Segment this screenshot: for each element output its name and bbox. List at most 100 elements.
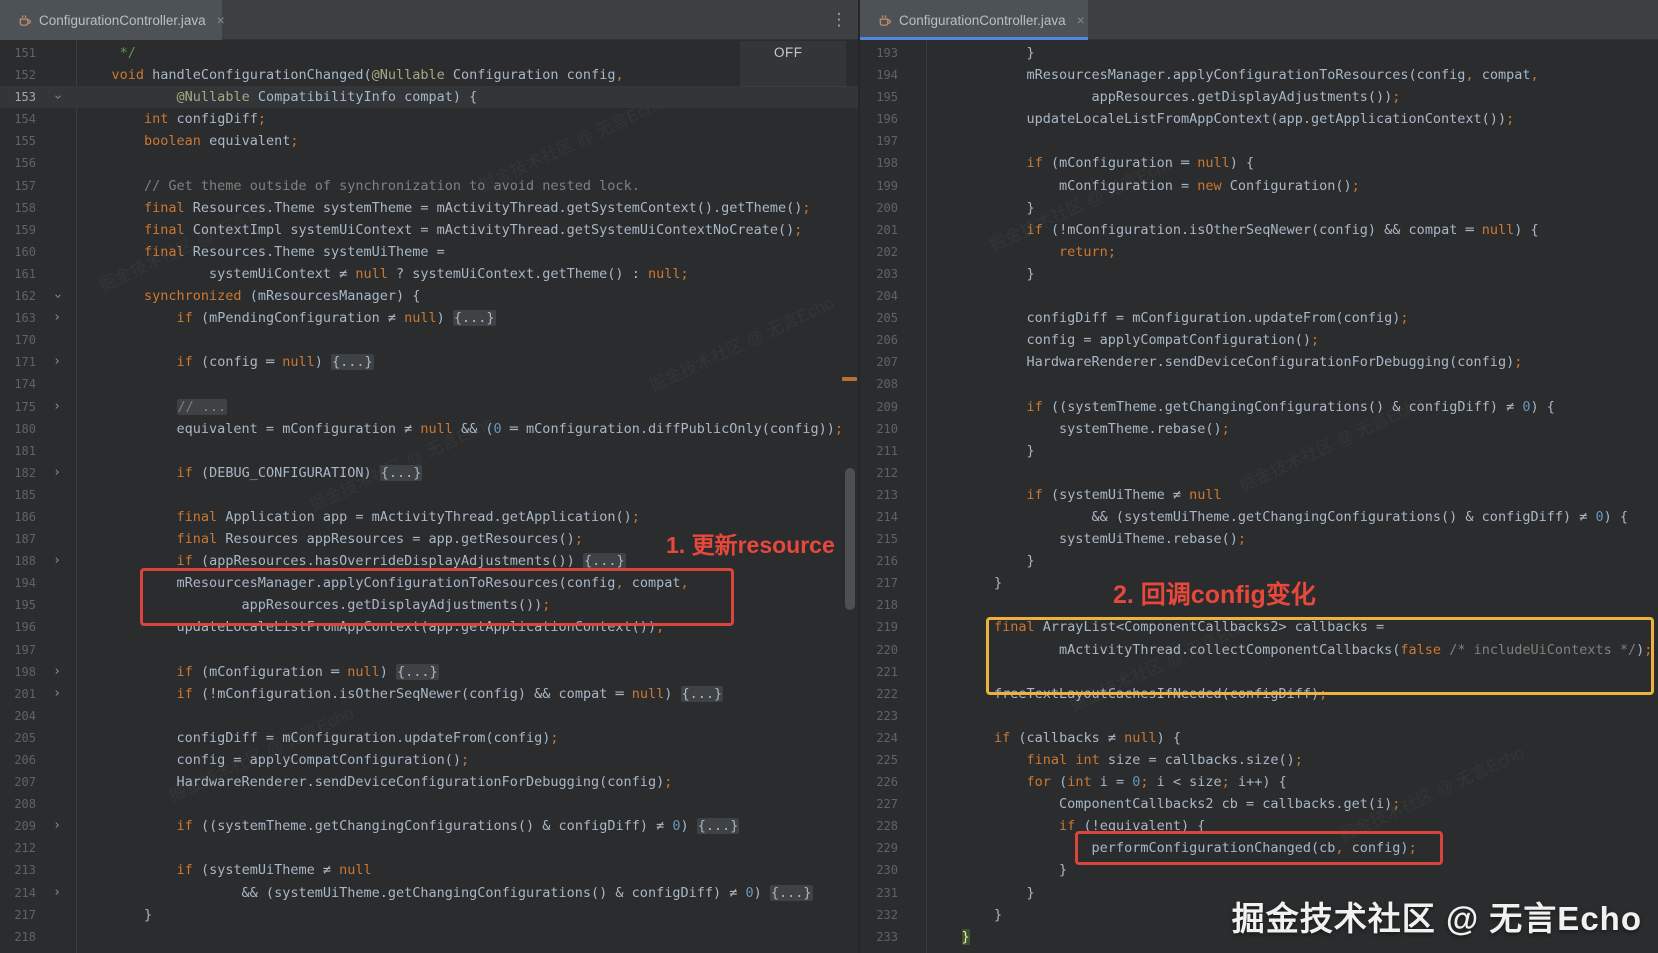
code-line[interactable]: boolean equivalent; <box>76 130 858 152</box>
fold-toggle-icon[interactable]: › <box>38 661 76 683</box>
code-line[interactable]: updateLocaleListFromAppContext(app.getAp… <box>76 616 858 638</box>
code-line[interactable]: } <box>926 926 1658 948</box>
code-line[interactable]: final int size = callbacks.size(); <box>926 749 1658 771</box>
tab-close-icon[interactable]: × <box>217 13 225 27</box>
code-line[interactable] <box>926 285 1658 307</box>
code-line[interactable]: systemUiTheme.rebase(); <box>926 528 1658 550</box>
code-line[interactable] <box>76 793 858 815</box>
code-line[interactable]: configDiff = mConfiguration.updateFrom(c… <box>926 307 1658 329</box>
off-indicator[interactable]: OFF <box>774 45 803 60</box>
code-line[interactable]: } <box>76 904 858 926</box>
code-line[interactable]: HardwareRenderer.sendDeviceConfiguration… <box>76 771 858 793</box>
code-line[interactable] <box>76 440 858 462</box>
tab-configurationcontroller-right[interactable]: ConfigurationController.java × <box>860 0 1088 40</box>
code-line[interactable]: int configDiff; <box>76 108 858 130</box>
code-line[interactable]: if (config ═ null) {...} <box>76 351 858 373</box>
fold-toggle-icon[interactable]: › <box>38 550 76 572</box>
code-line[interactable]: final Resources.Theme systemUiTheme = <box>76 241 858 263</box>
code-line[interactable]: final Application app = mActivityThread.… <box>76 506 858 528</box>
fold-toggle-icon[interactable]: › <box>38 462 76 484</box>
code-editor-right[interactable]: 193 } 194 mResourcesManager.applyConfigur… <box>860 40 1658 953</box>
code-line[interactable] <box>76 373 858 395</box>
code-line[interactable]: // ... <box>76 396 858 418</box>
code-line[interactable]: if ((systemTheme.getChangingConfiguratio… <box>76 815 858 837</box>
code-line[interactable] <box>76 329 858 351</box>
fold-toggle-icon[interactable]: › <box>38 285 76 307</box>
code-line[interactable] <box>76 926 858 948</box>
code-line[interactable]: final ArrayList<ComponentCallbacks2> cal… <box>926 616 1658 638</box>
code-line[interactable] <box>926 462 1658 484</box>
code-line[interactable]: } <box>926 859 1658 881</box>
code-line[interactable] <box>926 373 1658 395</box>
fold-toggle-icon[interactable]: › <box>38 396 76 418</box>
code-line[interactable] <box>76 484 858 506</box>
code-line[interactable]: && (systemUiTheme.getChangingConfigurati… <box>76 882 858 904</box>
code-line[interactable]: if (mPendingConfiguration ≠ null) {...} <box>76 307 858 329</box>
fold-toggle-icon[interactable]: › <box>38 815 76 837</box>
code-line[interactable]: config = applyCompatConfiguration(); <box>926 329 1658 351</box>
code-line[interactable] <box>926 705 1658 727</box>
code-line[interactable]: if (systemUiTheme ≠ null <box>76 859 858 881</box>
code-line[interactable]: // Get theme outside of synchronization … <box>76 175 858 197</box>
code-line[interactable]: if (appResources.hasOverrideDisplayAdjus… <box>76 550 858 572</box>
code-line[interactable]: updateLocaleListFromAppContext(app.getAp… <box>926 108 1658 130</box>
code-line[interactable]: appResources.getDisplayAdjustments()); <box>926 86 1658 108</box>
code-line[interactable]: mConfiguration = new Configuration(); <box>926 175 1658 197</box>
editor-options-kebab-icon[interactable]: ⋮ <box>828 8 850 32</box>
code-line[interactable]: appResources.getDisplayAdjustments()); <box>76 594 858 616</box>
code-line[interactable]: if (mConfiguration ═ null) { <box>926 152 1658 174</box>
code-line[interactable]: if (mConfiguration ═ null) {...} <box>76 661 858 683</box>
code-line[interactable]: if (!equivalent) { <box>926 815 1658 837</box>
code-line[interactable]: if (!mConfiguration.isOtherSeqNewer(conf… <box>926 219 1658 241</box>
fold-toggle-icon[interactable]: › <box>38 351 76 373</box>
code-line[interactable] <box>76 152 858 174</box>
code-line[interactable]: performConfigurationChanged(cb, config); <box>926 837 1658 859</box>
code-line[interactable]: } <box>926 42 1658 64</box>
code-line[interactable]: } <box>926 440 1658 462</box>
code-line[interactable]: mResourcesManager.applyConfigurationToRe… <box>926 64 1658 86</box>
code-line[interactable]: mResourcesManager.applyConfigurationToRe… <box>76 572 858 594</box>
code-line[interactable]: systemTheme.rebase(); <box>926 418 1658 440</box>
code-line[interactable]: } <box>926 882 1658 904</box>
code-line[interactable]: } <box>926 197 1658 219</box>
code-line[interactable]: if (DEBUG_CONFIGURATION) {...} <box>76 462 858 484</box>
code-line[interactable]: configDiff = mConfiguration.updateFrom(c… <box>76 727 858 749</box>
vertical-scrollbar-thumb[interactable] <box>845 468 855 610</box>
code-line[interactable]: systemUiContext ≠ null ? systemUiContext… <box>76 263 858 285</box>
code-line[interactable] <box>76 639 858 661</box>
code-line[interactable] <box>76 837 858 859</box>
code-line[interactable]: if (systemUiTheme ≠ null <box>926 484 1658 506</box>
code-line[interactable]: } <box>926 263 1658 285</box>
code-line[interactable]: if ((systemTheme.getChangingConfiguratio… <box>926 396 1658 418</box>
code-line[interactable]: equivalent = mConfiguration ≠ null && (0… <box>76 418 858 440</box>
tab-close-icon[interactable]: × <box>1077 13 1085 27</box>
fold-toggle-icon[interactable]: › <box>38 683 76 705</box>
code-line[interactable]: final Resources.Theme systemTheme = mAct… <box>76 197 858 219</box>
code-line[interactable]: final ArrayList<ComponentCallbacks2> cal… <box>76 948 858 953</box>
code-line[interactable] <box>926 661 1658 683</box>
fold-toggle-icon[interactable]: › <box>38 307 76 329</box>
fold-toggle-icon[interactable]: › <box>38 86 76 108</box>
code-editor-left[interactable]: 151 */152 void handleConfigurationChange… <box>0 40 858 953</box>
fold-toggle-icon[interactable]: › <box>38 882 76 904</box>
code-line[interactable]: for (int i = 0; i < size; i++) { <box>926 771 1658 793</box>
code-line[interactable]: } <box>926 572 1658 594</box>
code-line[interactable] <box>926 594 1658 616</box>
code-line[interactable]: return; <box>926 241 1658 263</box>
code-line[interactable]: final ContextImpl systemUiContext = mAct… <box>76 219 858 241</box>
code-line[interactable]: ComponentCallbacks2 cb = callbacks.get(i… <box>926 793 1658 815</box>
code-line[interactable]: } <box>926 904 1658 926</box>
code-line[interactable]: synchronized (mResourcesManager) { <box>76 285 858 307</box>
code-line[interactable]: if (!mConfiguration.isOtherSeqNewer(conf… <box>76 683 858 705</box>
code-line[interactable]: && (systemUiTheme.getChangingConfigurati… <box>926 506 1658 528</box>
code-line[interactable]: } <box>926 550 1658 572</box>
code-line[interactable] <box>926 130 1658 152</box>
tab-configurationcontroller-left[interactable]: ConfigurationController.java × <box>0 0 225 40</box>
code-line[interactable]: config = applyCompatConfiguration(); <box>76 749 858 771</box>
code-line[interactable]: freeTextLayoutCachesIfNeeded(configDiff)… <box>926 683 1658 705</box>
code-line[interactable]: final Resources appResources = app.getRe… <box>76 528 858 550</box>
code-line[interactable] <box>76 705 858 727</box>
code-line[interactable]: if (callbacks ≠ null) { <box>926 727 1658 749</box>
code-line[interactable]: HardwareRenderer.sendDeviceConfiguration… <box>926 351 1658 373</box>
code-line[interactable]: @Nullable CompatibilityInfo compat) { <box>76 86 858 108</box>
